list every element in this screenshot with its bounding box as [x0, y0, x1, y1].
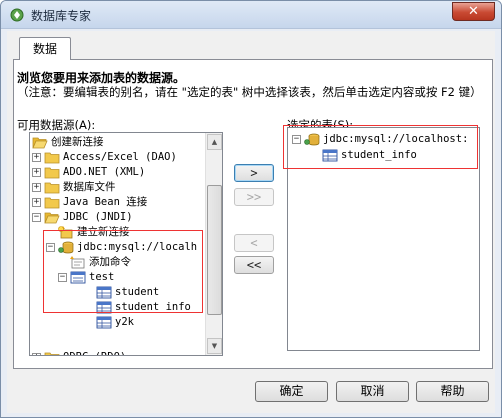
tree-item-label: 建立新连接	[77, 226, 130, 238]
tree-item-label: JDBC (JNDI)	[63, 211, 133, 223]
folder-icon	[44, 151, 60, 164]
tree-item-y2k[interactable]: y2k	[96, 315, 134, 329]
collapse-icon[interactable]: −	[292, 134, 301, 144]
cancel-button[interactable]: 取消	[336, 381, 409, 402]
expand-icon[interactable]: +	[32, 152, 41, 162]
collapse-icon[interactable]: −	[32, 212, 41, 222]
tree-item-java-bean[interactable]: + Java Bean 连接	[32, 195, 147, 209]
tree-item-label: ODBC (RDO)	[63, 351, 126, 355]
tab-label: 数据	[32, 42, 57, 56]
instruction-note: （注意：要编辑表的别名，请在 "选定的表" 树中选择该表，然后单击选定内容或按 …	[17, 85, 482, 99]
tree-item-jdbc-mysql-localh[interactable]: − jdbc:mysql://localh	[46, 240, 197, 254]
collapse-icon[interactable]: −	[46, 242, 55, 252]
database-connection-icon	[58, 241, 74, 254]
tree-item-label: test	[89, 271, 115, 283]
available-label: 可用数据源(A):	[17, 118, 96, 132]
folder-open-icon	[32, 136, 48, 149]
scroll-thumb[interactable]	[207, 185, 222, 315]
tree-item-access-excel-dao[interactable]: + Access/Excel (DAO)	[32, 150, 177, 164]
dialog-body: 数据 浏览您要用来添加表的数据源。 （注意：要编辑表的别名，请在 "选定的表" …	[7, 31, 495, 413]
window-title: 数据库专家	[31, 9, 92, 23]
instruction-heading: 浏览您要用来添加表的数据源。	[17, 71, 186, 85]
table-icon	[96, 316, 112, 329]
close-button[interactable]: ✕	[452, 2, 495, 21]
tree-item-student[interactable]: student	[96, 285, 159, 299]
tab-data[interactable]: 数据	[19, 37, 71, 60]
selected-tree[interactable]: − jdbc:mysql://localhost: student_info	[287, 127, 480, 351]
tree-item-8[interactable]: 添加命令	[70, 255, 131, 269]
database-connection-icon	[304, 133, 320, 146]
dialog-window: 数据库专家 ✕ 数据 浏览您要用来添加表的数据源。 （注意：要编辑表的别名，请在…	[0, 0, 502, 418]
table-icon	[322, 149, 338, 162]
table-icon	[96, 301, 112, 314]
tree-item-6[interactable]: 建立新连接	[58, 225, 130, 239]
tree-item-label: 添加命令	[89, 256, 131, 268]
scroll-down-icon[interactable]: ▼	[207, 338, 222, 354]
tree-item-odbc-rdo[interactable]: + ODBC (RDO)	[32, 350, 126, 355]
app-icon	[10, 8, 24, 22]
expand-icon[interactable]: +	[32, 182, 41, 192]
help-button[interactable]: 帮助	[416, 381, 489, 402]
tree-item-ado-net-xml[interactable]: + ADO.NET (XML)	[32, 165, 145, 179]
tree-item-label: Access/Excel (DAO)	[63, 151, 177, 163]
expand-icon[interactable]: +	[32, 167, 41, 177]
folder-icon	[44, 196, 60, 209]
tree-item-student-info[interactable]: student_info	[322, 148, 417, 162]
tree-item-label: Java Bean 连接	[63, 196, 148, 208]
tree-item-label: student_info	[341, 149, 417, 161]
tree-item-label: 数据库文件	[63, 181, 116, 193]
tree-item-label: jdbc:mysql://localh	[77, 241, 198, 253]
tree-item-0[interactable]: 创建新连接	[32, 135, 104, 149]
folder-icon	[44, 166, 60, 179]
folder-open-icon	[44, 211, 60, 224]
tree-item-student-info[interactable]: student_info	[96, 300, 191, 314]
remove-all-button[interactable]: <<	[234, 256, 274, 274]
tree-item-label: ADO.NET (XML)	[63, 166, 146, 178]
tree-item-label: jdbc:mysql://localhost:	[323, 133, 469, 145]
add-one-button[interactable]: >	[234, 164, 274, 182]
schema-icon	[70, 271, 86, 284]
available-scrollbar[interactable]: ▲ ▼	[205, 133, 222, 355]
folder-icon	[44, 351, 60, 355]
tree-item-label: student_info	[115, 301, 191, 313]
expand-icon[interactable]: +	[32, 197, 41, 207]
tree-item-jdbc-jndi[interactable]: − JDBC (JNDI)	[32, 210, 133, 224]
remove-one-button[interactable]: <	[234, 234, 274, 252]
expand-icon[interactable]: +	[32, 352, 41, 355]
scroll-up-icon[interactable]: ▲	[207, 134, 222, 150]
tree-item-jdbc-mysql-localhost[interactable]: − jdbc:mysql://localhost:	[292, 132, 468, 146]
tree-item-label: student	[115, 286, 160, 298]
collapse-icon[interactable]: −	[58, 272, 67, 282]
new-connection-icon	[58, 225, 74, 239]
add-command-icon	[70, 255, 86, 269]
close-icon: ✕	[468, 4, 479, 19]
tree-item-test[interactable]: − test	[58, 270, 114, 284]
ok-button[interactable]: 确定	[255, 381, 328, 402]
tree-item-label: y2k	[115, 316, 134, 328]
available-tree[interactable]: ▲ ▼ 创建新连接 + Access/Excel (DAO) + ADO.NET (XM…	[29, 132, 223, 356]
title-bar[interactable]: 数据库专家 ✕	[1, 1, 501, 29]
table-icon	[96, 286, 112, 299]
tree-item-3[interactable]: + 数据库文件	[32, 180, 116, 194]
folder-icon	[44, 181, 60, 194]
tree-item-label: 创建新连接	[51, 136, 104, 148]
add-all-button[interactable]: >>	[234, 188, 274, 206]
